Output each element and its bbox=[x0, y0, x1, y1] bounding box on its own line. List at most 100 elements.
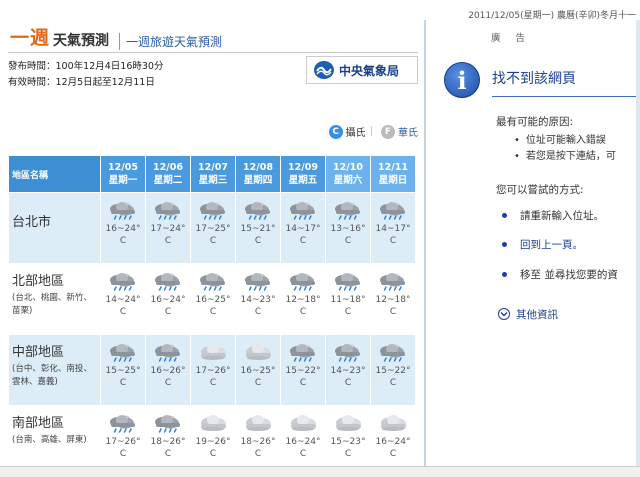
status-bar bbox=[0, 466, 640, 477]
day-weekday: 星期二 bbox=[153, 175, 183, 186]
day-date: 12/05 bbox=[108, 162, 138, 173]
temperature-range: 17~26° bbox=[195, 366, 231, 376]
try-title: 您可以嘗試的方式: bbox=[496, 184, 584, 196]
temperature-range: 12~18° bbox=[375, 295, 411, 305]
cloudy-icon bbox=[246, 344, 271, 360]
cloud-rain-icon bbox=[290, 344, 315, 362]
forecast-cell: 15~22° C bbox=[370, 334, 416, 406]
temperature-range: 16~26° bbox=[150, 366, 186, 376]
cloud-rain-icon bbox=[200, 273, 225, 291]
temperature-range: 14~23° bbox=[330, 366, 366, 376]
valid-value: 12月5日起至12月11日 bbox=[55, 77, 155, 88]
cloudy-icon bbox=[291, 415, 316, 431]
cwb-logo[interactable]: 中央氣象局 bbox=[306, 56, 418, 84]
forecast-cell: 15~22° C bbox=[280, 334, 326, 406]
temperature-range: 19~26° bbox=[195, 437, 231, 447]
fahrenheit-icon[interactable]: F bbox=[381, 124, 395, 139]
go-to-text: 移至 並尋找您要的資 bbox=[520, 269, 618, 281]
region-name[interactable]: 中部地區 bbox=[12, 341, 97, 360]
temperature-range: 17~25° bbox=[195, 224, 231, 234]
error-title: 找不到該網頁 bbox=[492, 71, 576, 87]
temperature-range: 14~17° bbox=[285, 224, 321, 234]
day-header: 12/08 星期四 bbox=[235, 155, 281, 193]
celsius-icon[interactable]: C bbox=[328, 124, 343, 139]
cloud-rain-icon bbox=[155, 202, 180, 220]
temperature-range: 14~23° bbox=[240, 295, 276, 305]
forecast-cell: 14~17° C bbox=[370, 192, 416, 264]
temperature-unit: C bbox=[119, 236, 127, 246]
go-back-link[interactable]: 回到上一頁。 bbox=[520, 237, 583, 252]
page-title-sub: 天氣預測 bbox=[53, 33, 110, 49]
forecast-header-row: 地區名稱 12/05 星期一 12/06 星期二 12/07 星期三 12/08 星期四 12/… bbox=[8, 155, 416, 193]
temperature-range: 15~21° bbox=[240, 224, 276, 234]
temperature-unit: C bbox=[254, 236, 262, 246]
temperature-unit: C bbox=[254, 449, 262, 459]
cwb-emblem-icon bbox=[314, 61, 334, 79]
cause-item: 若您是按下連結，可 bbox=[514, 147, 616, 162]
temperature-range: 16~25° bbox=[240, 366, 276, 376]
panel-scroll-edge bbox=[636, 20, 640, 476]
forecast-cell: 15~25° C bbox=[100, 334, 146, 406]
region-cell: 台北市 bbox=[8, 192, 101, 264]
region-subareas: (台北、桃園、新竹、苗栗) bbox=[12, 293, 92, 316]
day-weekday: 星期六 bbox=[333, 175, 363, 186]
day-weekday: 星期四 bbox=[243, 175, 273, 186]
temperature-unit: C bbox=[164, 236, 172, 246]
day-header: 12/05 星期一 bbox=[100, 155, 146, 193]
temperature-range: 18~26° bbox=[150, 437, 186, 447]
page-title-main: 一週 bbox=[10, 27, 51, 49]
region-name[interactable]: 南部地區 bbox=[12, 412, 97, 431]
cwb-logo-text: 中央氣象局 bbox=[339, 63, 400, 78]
region-subareas: (台中、彰化、南投、雲林、嘉義) bbox=[12, 364, 92, 387]
temperature-unit: C bbox=[389, 307, 397, 317]
more-info-link[interactable]: 其他資訊 bbox=[516, 307, 558, 322]
temperature-unit: C bbox=[209, 236, 217, 246]
cloud-rain-icon bbox=[335, 273, 360, 291]
valid-time: 有效時間：12月5日起至12月11日 bbox=[8, 74, 155, 88]
cloud-rain-icon bbox=[335, 202, 360, 220]
day-weekday: 星期一 bbox=[108, 175, 138, 186]
forecast-cell: 17~26° C bbox=[190, 334, 236, 406]
region-name[interactable]: 北部地區 bbox=[12, 270, 97, 289]
bullet-icon bbox=[502, 213, 507, 218]
cloud-rain-icon bbox=[110, 202, 135, 220]
temperature-unit: C bbox=[389, 378, 397, 388]
forecast-cell: 16~24° C bbox=[145, 263, 191, 335]
forecast-cell: 13~16° C bbox=[325, 192, 371, 264]
forecast-cell: 16~26° C bbox=[145, 334, 191, 406]
temperature-range: 15~22° bbox=[285, 366, 321, 376]
temperature-unit: C bbox=[164, 307, 172, 317]
day-header: 12/09 星期五 bbox=[280, 155, 326, 193]
day-date: 12/11 bbox=[378, 162, 408, 173]
fahrenheit-option[interactable]: 華氏 bbox=[398, 124, 418, 139]
causes-title: 最有可能的原因: bbox=[496, 116, 574, 128]
temperature-range: 14~17° bbox=[375, 224, 411, 234]
day-weekday: 星期日 bbox=[378, 175, 408, 186]
ad-label: 廣 告 bbox=[490, 33, 532, 44]
temperature-range: 18~26° bbox=[240, 437, 276, 447]
cloud-rain-icon bbox=[155, 415, 180, 433]
temperature-range: 13~16° bbox=[330, 224, 366, 234]
page-header: 一週 天氣預測 一週旅遊天氣預測 bbox=[10, 22, 222, 50]
temperature-unit: C bbox=[119, 378, 127, 388]
error-title-divider bbox=[492, 96, 640, 97]
weekly-forecast-table: 地區名稱 12/05 星期一 12/06 星期二 12/07 星期三 12/08 星期四 12/… bbox=[8, 155, 416, 476]
temperature-unit: C bbox=[299, 449, 307, 459]
chevron-down-icon[interactable] bbox=[498, 308, 510, 320]
forecast-cell: 12~18° C bbox=[280, 263, 326, 335]
unit-separator: | bbox=[369, 126, 373, 137]
forecast-cell: 16~25° C bbox=[190, 263, 236, 335]
bullet-icon bbox=[502, 272, 507, 277]
region-cell: 中部地區 (台中、彰化、南投、雲林、嘉義) bbox=[8, 334, 101, 406]
temperature-unit: C bbox=[209, 449, 217, 459]
cloud-rain-icon bbox=[110, 415, 135, 433]
temperature-unit: C bbox=[119, 449, 127, 459]
region-name[interactable]: 台北市 bbox=[12, 211, 97, 230]
temperature-range: 14~24° bbox=[105, 295, 141, 305]
region-header: 地區名稱 bbox=[8, 155, 101, 193]
region-cell: 北部地區 (台北、桃園、新竹、苗栗) bbox=[8, 263, 101, 335]
celsius-option[interactable]: 攝氏 bbox=[346, 124, 366, 139]
travel-forecast-link[interactable]: 一週旅遊天氣預測 bbox=[119, 33, 222, 50]
temperature-range: 12~18° bbox=[285, 295, 321, 305]
temperature-unit: C bbox=[299, 378, 307, 388]
